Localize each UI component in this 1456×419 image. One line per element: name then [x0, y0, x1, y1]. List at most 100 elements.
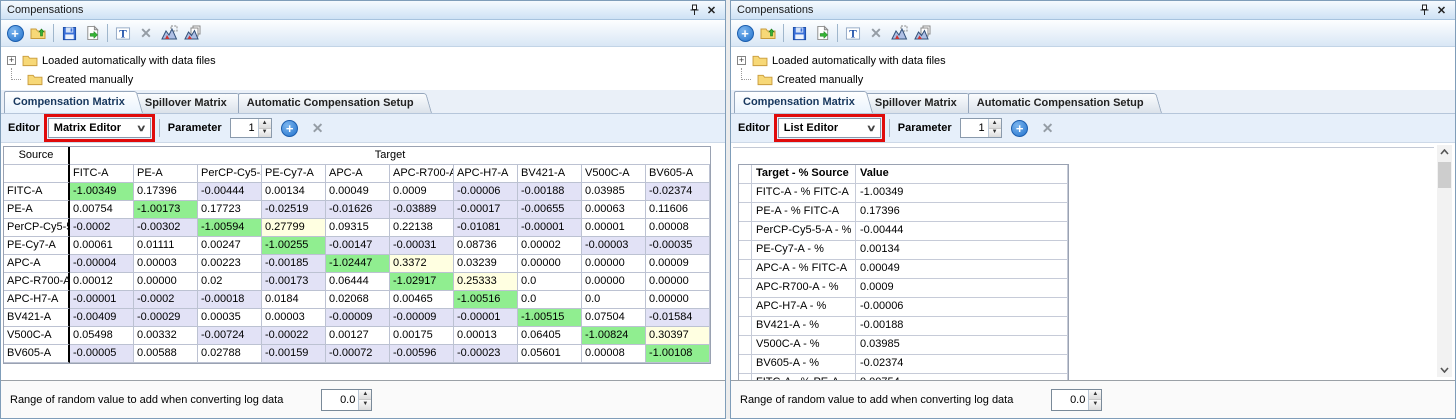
matrix-cell[interactable]: 0.30397 — [646, 327, 710, 345]
matrix-cell[interactable]: -0.01081 — [454, 219, 518, 237]
matrix-cell[interactable]: 0.00754 — [70, 201, 134, 219]
vertical-scrollbar[interactable] — [1437, 145, 1452, 377]
matrix-cell[interactable]: 0.05498 — [70, 327, 134, 345]
matrix-cell[interactable]: -1.00108 — [646, 345, 710, 363]
list-value-cell[interactable]: 0.00754 — [856, 374, 1068, 380]
spin-up-icon[interactable]: ▲ — [989, 119, 1001, 129]
matrix-cell[interactable]: 0.22138 — [390, 219, 454, 237]
scrollbar-thumb[interactable] — [1438, 162, 1451, 188]
delete-parameter-icon[interactable]: ✕ — [308, 118, 328, 138]
matrix-cell[interactable]: 0.09315 — [326, 219, 390, 237]
list-value-cell[interactable]: 0.03985 — [856, 336, 1068, 355]
row-selector-margin[interactable] — [739, 279, 752, 298]
matrix-cell[interactable]: -0.00005 — [70, 345, 134, 363]
list-value-cell[interactable]: 0.17396 — [856, 203, 1068, 222]
matrix-cell[interactable]: -1.00173 — [134, 201, 198, 219]
matrix-cell[interactable]: 0.0 — [582, 291, 646, 309]
list-value-cell[interactable]: -0.00006 — [856, 298, 1068, 317]
histogram-select-icon[interactable] — [159, 23, 179, 43]
matrix-cell[interactable]: 0.00035 — [198, 309, 262, 327]
matrix-cell[interactable]: 0.01111 — [134, 237, 198, 255]
matrix-cell[interactable]: -0.00004 — [70, 255, 134, 273]
matrix-cell[interactable]: -0.00035 — [646, 237, 710, 255]
matrix-cell[interactable]: -0.02374 — [646, 183, 710, 201]
save-icon[interactable] — [59, 23, 79, 43]
tree-item-created-manually[interactable]: Created manually — [7, 70, 725, 89]
delete-parameter-icon[interactable]: ✕ — [1038, 118, 1058, 138]
histogram-select-icon[interactable] — [889, 23, 909, 43]
matrix-cell[interactable]: 0.03985 — [582, 183, 646, 201]
matrix-cell[interactable]: -0.02519 — [262, 201, 326, 219]
matrix-cell[interactable]: -0.00031 — [390, 237, 454, 255]
matrix-cell[interactable]: 0.0184 — [262, 291, 326, 309]
parameter-stepper[interactable]: 1 ▲▼ — [230, 118, 272, 138]
matrix-cell[interactable]: -1.00349 — [70, 183, 134, 201]
spin-down-icon[interactable]: ▼ — [989, 129, 1001, 138]
matrix-cell[interactable]: 0.00013 — [454, 327, 518, 345]
matrix-cell[interactable]: 0.00008 — [646, 219, 710, 237]
add-parameter-icon[interactable]: + — [280, 118, 300, 138]
matrix-cell[interactable]: 0.00009 — [646, 255, 710, 273]
matrix-cell[interactable]: 0.02788 — [198, 345, 262, 363]
matrix-cell[interactable]: -0.01626 — [326, 201, 390, 219]
matrix-cell[interactable]: 0.00465 — [390, 291, 454, 309]
list-value-cell[interactable]: -1.00349 — [856, 184, 1068, 203]
tab-compensation-matrix[interactable]: Compensation Matrix — [734, 91, 873, 113]
spin-down-icon[interactable]: ▼ — [259, 129, 271, 138]
matrix-cell[interactable]: 0.00003 — [134, 255, 198, 273]
list-value-cell[interactable]: -0.00444 — [856, 222, 1068, 241]
histogram-copy-icon[interactable] — [912, 23, 932, 43]
matrix-cell[interactable]: -0.00001 — [518, 219, 582, 237]
matrix-cell[interactable]: -0.00596 — [390, 345, 454, 363]
parameter-stepper[interactable]: 1 ▲▼ — [960, 118, 1002, 138]
matrix-cell[interactable]: -0.00018 — [198, 291, 262, 309]
spin-up-icon[interactable]: ▲ — [359, 390, 371, 401]
matrix-cell[interactable]: 0.3372 — [390, 255, 454, 273]
matrix-cell[interactable]: 0.00000 — [646, 273, 710, 291]
matrix-cell[interactable]: 0.00002 — [518, 237, 582, 255]
matrix-cell[interactable]: 0.05601 — [518, 345, 582, 363]
matrix-cell[interactable]: 0.07504 — [582, 309, 646, 327]
matrix-cell[interactable]: -0.00003 — [582, 237, 646, 255]
row-selector-margin[interactable] — [739, 336, 752, 355]
matrix-cell[interactable]: 0.00223 — [198, 255, 262, 273]
row-selector-margin[interactable] — [739, 374, 752, 380]
matrix-cell[interactable]: -0.00159 — [262, 345, 326, 363]
list-value-cell[interactable]: 0.0009 — [856, 279, 1068, 298]
import-folder-icon[interactable] — [28, 23, 48, 43]
matrix-cell[interactable]: -0.00147 — [326, 237, 390, 255]
matrix-cell[interactable]: -0.0002 — [70, 219, 134, 237]
matrix-cell[interactable]: -1.00824 — [582, 327, 646, 345]
editor-dropdown[interactable]: Matrix Editor ∨ — [48, 118, 151, 138]
add-parameter-icon[interactable]: + — [1010, 118, 1030, 138]
scroll-down-icon[interactable] — [1437, 363, 1452, 377]
matrix-cell[interactable]: -0.00009 — [326, 309, 390, 327]
matrix-cell[interactable]: -0.00188 — [518, 183, 582, 201]
matrix-cell[interactable]: 0.0009 — [390, 183, 454, 201]
tab-spillover-matrix[interactable]: Spillover Matrix — [136, 93, 245, 113]
matrix-cell[interactable]: -0.00302 — [134, 219, 198, 237]
matrix-cell[interactable]: 0.11606 — [646, 201, 710, 219]
row-selector-margin[interactable] — [739, 184, 752, 203]
matrix-cell[interactable]: 0.17723 — [198, 201, 262, 219]
matrix-cell[interactable]: -1.00516 — [454, 291, 518, 309]
matrix-cell[interactable]: -1.00594 — [198, 219, 262, 237]
expand-icon[interactable]: + — [737, 56, 746, 65]
matrix-cell[interactable]: 0.00332 — [134, 327, 198, 345]
matrix-cell[interactable]: 0.00000 — [134, 273, 198, 291]
matrix-cell[interactable]: -0.00072 — [326, 345, 390, 363]
random-range-stepper[interactable]: 0.0 ▲▼ — [1051, 389, 1102, 411]
matrix-cell[interactable]: 0.27799 — [262, 219, 326, 237]
histogram-copy-icon[interactable] — [182, 23, 202, 43]
matrix-cell[interactable]: 0.00247 — [198, 237, 262, 255]
matrix-cell[interactable]: -0.03889 — [390, 201, 454, 219]
text-label-icon[interactable]: T — [113, 23, 133, 43]
tab-automatic-compensation-setup[interactable]: Automatic Compensation Setup — [968, 93, 1162, 113]
spin-down-icon[interactable]: ▼ — [1089, 400, 1101, 410]
matrix-cell[interactable]: 0.0 — [518, 291, 582, 309]
matrix-cell[interactable]: -0.00409 — [70, 309, 134, 327]
matrix-cell[interactable]: -0.0002 — [134, 291, 198, 309]
add-compensation-icon[interactable]: + — [735, 23, 755, 43]
spin-down-icon[interactable]: ▼ — [359, 400, 371, 410]
random-range-stepper[interactable]: 0.0 ▲▼ — [321, 389, 372, 411]
